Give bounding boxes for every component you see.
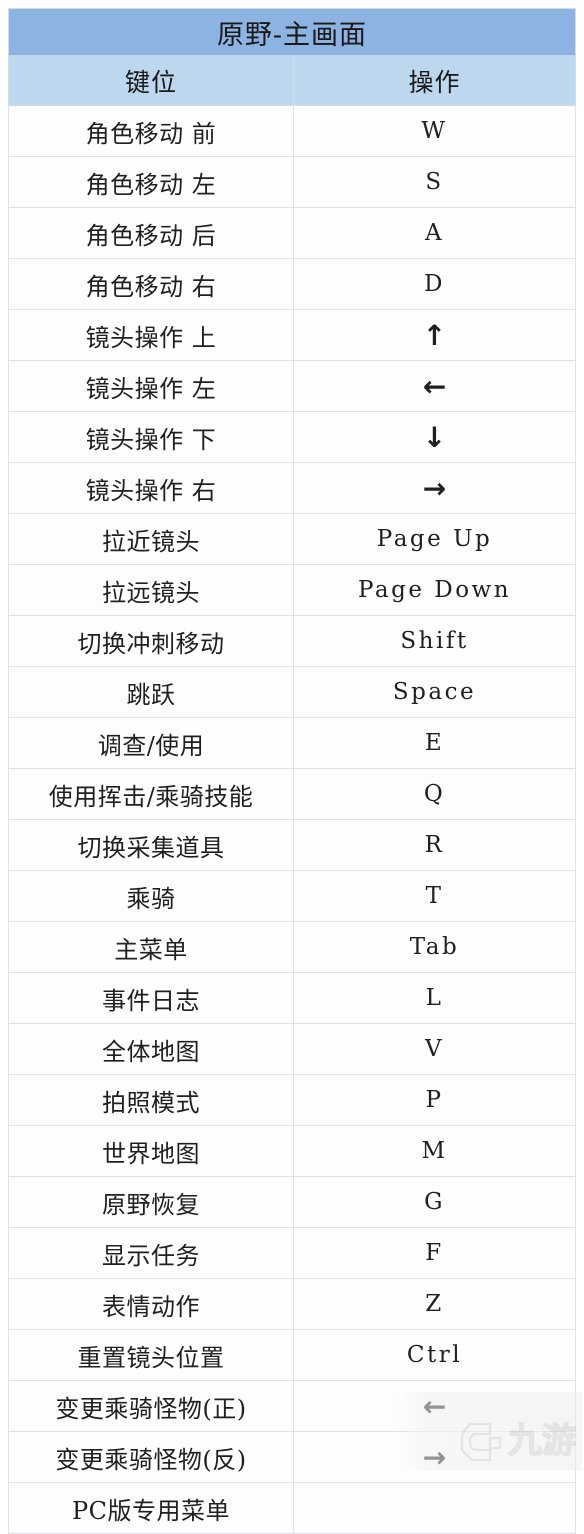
cell-action: 全体地图	[8, 1023, 294, 1075]
table-row: 主菜单 Tab	[8, 921, 576, 973]
keybind-table: 原野-主画面 键位 操作 角色移动 前 W 角色移动 左 S 角色移动 后 A 角色移动 右…	[8, 8, 576, 1534]
table-row: 世界地图 M	[8, 1125, 576, 1177]
cell-action: 事件日志	[8, 972, 294, 1024]
table-row: 角色移动 前W	[8, 105, 576, 157]
cell-key: G	[293, 1176, 576, 1228]
cell-action: 角色移动 左	[8, 156, 294, 208]
cell-key: V	[293, 1023, 576, 1075]
cell-action: 世界地图	[8, 1125, 294, 1177]
cell-key: Page Down	[293, 564, 576, 616]
table-row: 镜头操作 右 →	[8, 462, 576, 514]
table-row: 切换采集道具 R	[8, 819, 576, 871]
cell-key-arrow-icon: ←	[293, 1380, 576, 1432]
cell-key: E	[293, 717, 576, 769]
table-row: 拍照模式 P	[8, 1074, 576, 1126]
table-row: 表情动作 Z	[8, 1278, 576, 1330]
table-row: 切换冲刺移动 Shift	[8, 615, 576, 667]
table-row: 事件日志 L	[8, 972, 576, 1024]
cell-action: 变更乘骑怪物(反)	[8, 1431, 294, 1483]
cell-key: M	[293, 1125, 576, 1177]
table-row: 拉远镜头 Page Down	[8, 564, 576, 616]
table-row: 调查/使用 E	[8, 717, 576, 769]
cell-key	[293, 1482, 576, 1534]
cell-key: L	[293, 972, 576, 1024]
table-row: PC版专用菜单	[8, 1482, 576, 1534]
cell-action: 原野恢复	[8, 1176, 294, 1228]
cell-action: 显示任务	[8, 1227, 294, 1279]
cell-action: 拍照模式	[8, 1074, 294, 1126]
cell-key: Z	[293, 1278, 576, 1330]
cell-action: 拉近镜头	[8, 513, 294, 565]
cell-key: D	[293, 258, 576, 310]
cell-key: Tab	[293, 921, 576, 973]
cell-key: S	[293, 156, 576, 208]
cell-key: F	[293, 1227, 576, 1279]
cell-key: Q	[293, 768, 576, 820]
cell-key-arrow-icon: ↑	[293, 309, 576, 361]
cell-action: 乘骑	[8, 870, 294, 922]
page-title: 原野-主画面	[8, 8, 576, 56]
cell-key: W	[293, 105, 576, 157]
table-row: 拉近镜头 Page Up	[8, 513, 576, 565]
cell-action: PC版专用菜单	[8, 1482, 294, 1534]
cell-key: A	[293, 207, 576, 259]
table-row: 角色移动 后A	[8, 207, 576, 259]
cell-key-arrow-icon: →	[293, 1431, 576, 1483]
table-row: 角色移动 右D	[8, 258, 576, 310]
cell-key: Page Up	[293, 513, 576, 565]
table-row: 重置镜头位置 Ctrl	[8, 1329, 576, 1381]
cell-action: 表情动作	[8, 1278, 294, 1330]
cell-action: 角色移动 后	[8, 207, 294, 259]
cell-key: Shift	[293, 615, 576, 667]
table-row: 显示任务 F	[8, 1227, 576, 1279]
cell-key-arrow-icon: ↓	[293, 411, 576, 463]
column-header-key: 操作	[293, 55, 576, 106]
table-row: 使用挥击/乘骑技能 Q	[8, 768, 576, 820]
table-row: 乘骑 T	[8, 870, 576, 922]
cell-action: 拉远镜头	[8, 564, 294, 616]
cell-action: 使用挥击/乘骑技能	[8, 768, 294, 820]
cell-key: R	[293, 819, 576, 871]
column-header-action: 键位	[8, 55, 294, 106]
cell-action: 角色移动 右	[8, 258, 294, 310]
table-title-row: 原野-主画面	[8, 8, 576, 56]
cell-action: 主菜单	[8, 921, 294, 973]
cell-key: Space	[293, 666, 576, 718]
table-header-row: 键位 操作	[8, 55, 576, 106]
cell-action: 镜头操作 上	[8, 309, 294, 361]
table-row: 镜头操作 左 ←	[8, 360, 576, 412]
table-row: 变更乘骑怪物(正) ←	[8, 1380, 576, 1432]
cell-action: 切换冲刺移动	[8, 615, 294, 667]
cell-action: 重置镜头位置	[8, 1329, 294, 1381]
cell-action: 切换采集道具	[8, 819, 294, 871]
cell-action: 镜头操作 下	[8, 411, 294, 463]
cell-action: 镜头操作 左	[8, 360, 294, 412]
cell-key: P	[293, 1074, 576, 1126]
table-row: 镜头操作 上 ↑	[8, 309, 576, 361]
cell-key: Ctrl	[293, 1329, 576, 1381]
cell-action: 角色移动 前	[8, 105, 294, 157]
table-row: 变更乘骑怪物(反) →	[8, 1431, 576, 1483]
table-row: 角色移动 左S	[8, 156, 576, 208]
cell-key-arrow-icon: →	[293, 462, 576, 514]
table-row: 全体地图 V	[8, 1023, 576, 1075]
cell-key-arrow-icon: ←	[293, 360, 576, 412]
table-row: 镜头操作 下 ↓	[8, 411, 576, 463]
cell-action: 镜头操作 右	[8, 462, 294, 514]
table-row: 原野恢复 G	[8, 1176, 576, 1228]
cell-action: 调查/使用	[8, 717, 294, 769]
cell-key: T	[293, 870, 576, 922]
cell-action: 变更乘骑怪物(正)	[8, 1380, 294, 1432]
cell-action: 跳跃	[8, 666, 294, 718]
table-row: 跳跃 Space	[8, 666, 576, 718]
